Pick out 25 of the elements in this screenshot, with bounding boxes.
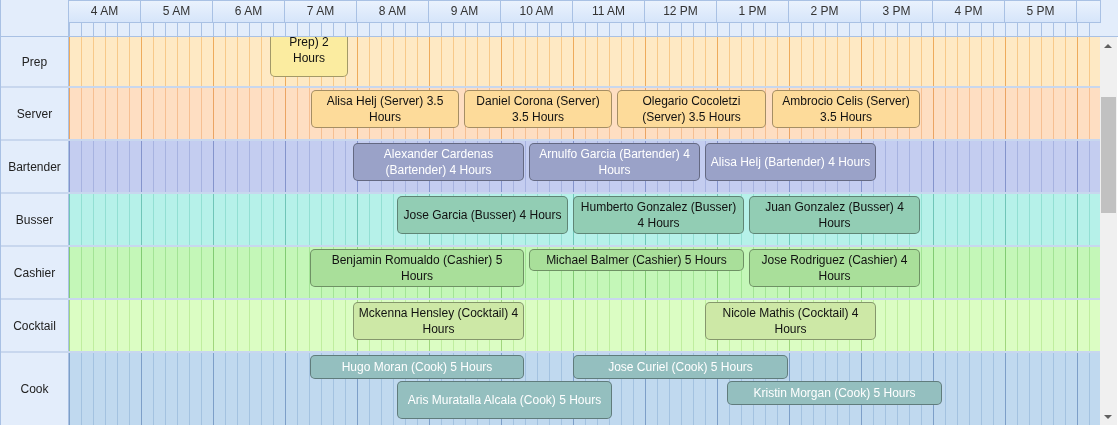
resource-label: Server	[1, 88, 69, 139]
resource-label: Cook	[1, 353, 69, 425]
resource-label: Busser	[1, 194, 69, 245]
shift-event[interactable]: Benjamin Romualdo (Cashier) 5 Hours	[310, 249, 524, 287]
shift-event[interactable]: Jose Rodriguez (Cashier) 4 Hours	[749, 249, 920, 287]
resource-label: Cashier	[1, 247, 69, 298]
shift-event[interactable]: Humberto Gonzalez (Busser) 4 Hours	[573, 196, 744, 234]
vertical-scrollbar[interactable]	[1100, 37, 1117, 425]
shift-event[interactable]: Juan Gonzalez (Busser) 4 Hours	[749, 196, 920, 234]
resource-label: Prep	[1, 37, 69, 86]
header-filler	[1101, 0, 1118, 36]
shift-event[interactable]: Mckenna Hensley (Cocktail) 4 Hours	[353, 302, 524, 340]
scrollbar-thumb[interactable]	[1101, 97, 1116, 213]
shift-event[interactable]: Nicole Mathis (Cocktail) 4 Hours	[705, 302, 876, 340]
shift-event[interactable]: Prep) 2 Hours	[270, 37, 348, 77]
scroll-up-icon[interactable]	[1104, 44, 1112, 48]
shift-event[interactable]: Jose Garcia (Busser) 4 Hours	[397, 196, 568, 234]
shift-event[interactable]: Alisa Helj (Server) 3.5 Hours	[311, 90, 459, 128]
shift-event[interactable]: Michael Balmer (Cashier) 5 Hours	[529, 249, 744, 271]
scroll-down-icon[interactable]	[1104, 415, 1112, 419]
shift-event[interactable]: Daniel Corona (Server) 3.5 Hours	[464, 90, 612, 128]
shift-event[interactable]: Ambrocio Celis (Server) 3.5 Hours	[772, 90, 920, 128]
shift-event[interactable]: Olegario Cocoletzi (Server) 3.5 Hours	[617, 90, 766, 128]
resource-label: Bartender	[1, 141, 69, 192]
resource-label: Cocktail	[1, 300, 69, 351]
